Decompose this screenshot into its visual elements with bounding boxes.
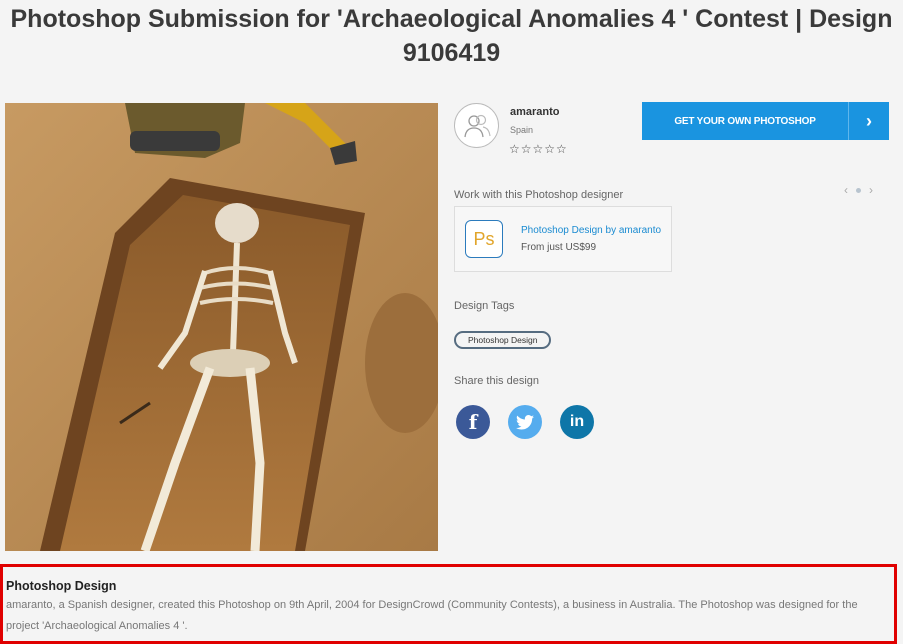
- facebook-icon[interactable]: f: [456, 405, 490, 439]
- page-title: Photoshop Submission for 'Archaeological…: [10, 5, 893, 67]
- photoshop-icon: Ps: [465, 220, 503, 258]
- user-silhouette-icon: [463, 114, 491, 137]
- chevron-left-icon[interactable]: ‹: [844, 183, 848, 197]
- work-with-designer-label: Work with this Photoshop designer: [454, 189, 624, 201]
- twitter-icon[interactable]: [508, 405, 542, 439]
- tag-photoshop-design[interactable]: Photoshop Design: [454, 331, 552, 349]
- designer-name[interactable]: amaranto: [510, 106, 560, 118]
- cta-label: GET YOUR OWN PHOTOSHOP: [674, 115, 816, 127]
- designer-country: Spain: [510, 125, 534, 135]
- get-your-own-photoshop-button[interactable]: GET YOUR OWN PHOTOSHOP ›: [642, 102, 889, 140]
- service-title-link[interactable]: Photoshop Design by amaranto: [521, 225, 661, 236]
- description-title: Photoshop Design: [6, 579, 117, 593]
- design-tags-label: Design Tags: [454, 300, 515, 312]
- linkedin-icon[interactable]: in: [560, 405, 594, 439]
- service-price: From just US$99: [521, 242, 597, 253]
- carousel-dot[interactable]: [856, 187, 861, 193]
- description-section: Photoshop Design amaranto, a Spanish des…: [0, 564, 897, 644]
- chevron-right-icon: ›: [848, 102, 889, 140]
- twitter-bird-icon: [516, 414, 534, 430]
- description-text: amaranto, a Spanish designer, created th…: [6, 599, 858, 632]
- chevron-right-icon[interactable]: ›: [869, 183, 873, 197]
- design-image[interactable]: [5, 103, 438, 551]
- rating-stars: ☆☆☆☆☆: [509, 142, 568, 156]
- designer-avatar[interactable]: [454, 103, 499, 148]
- carousel-nav: ‹ ›: [844, 183, 873, 197]
- excavation-photo: [5, 103, 438, 551]
- service-card[interactable]: Ps Photoshop Design by amaranto From jus…: [454, 206, 672, 272]
- share-design-label: Share this design: [454, 375, 539, 387]
